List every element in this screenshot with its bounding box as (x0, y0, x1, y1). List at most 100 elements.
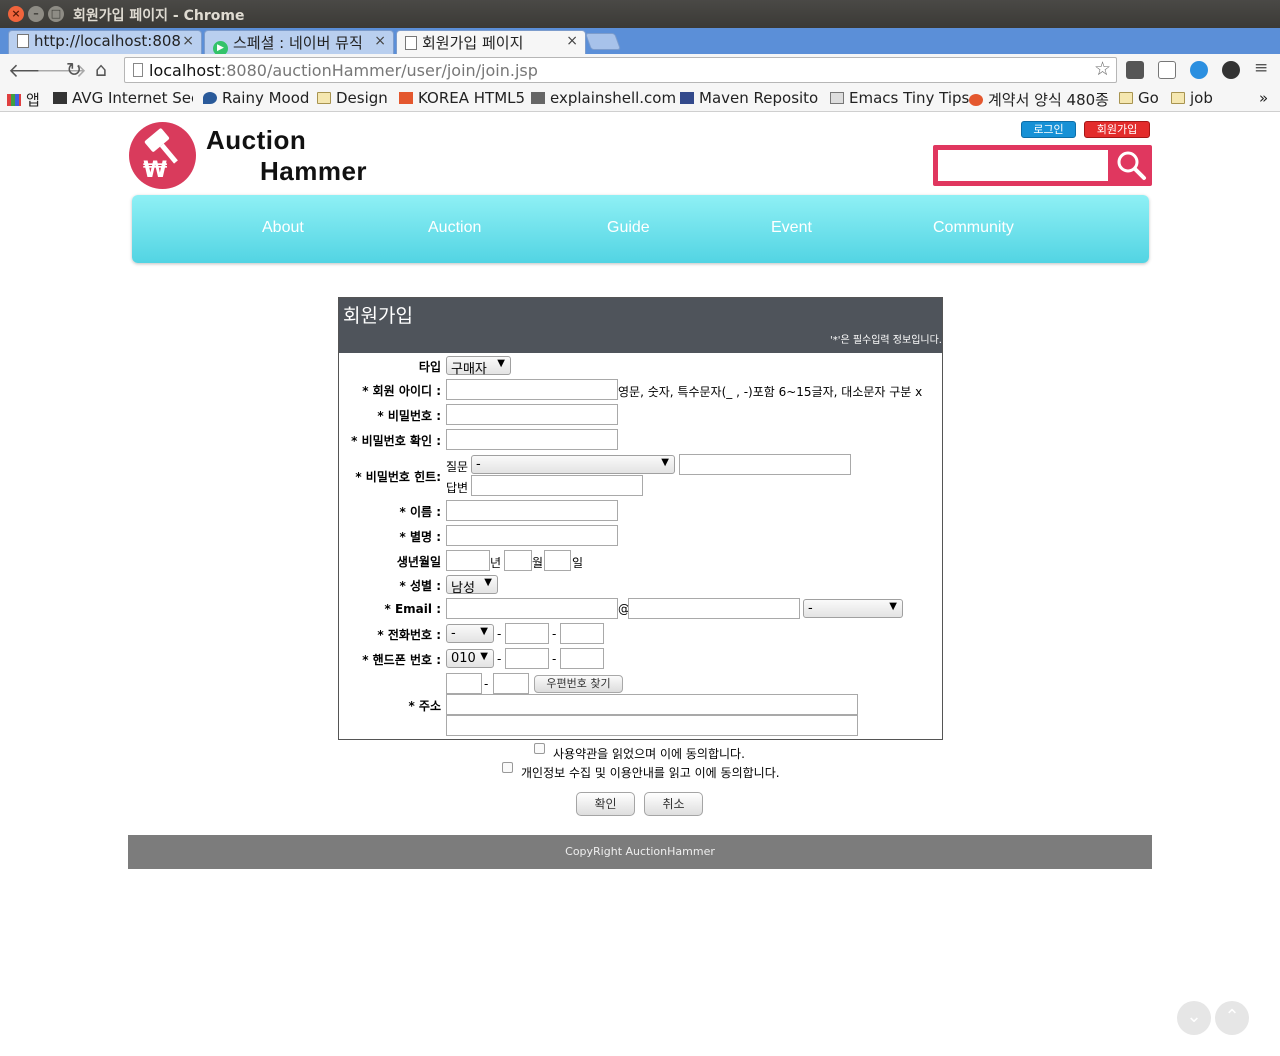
page-icon (830, 92, 844, 104)
question-select[interactable]: - ▼ (471, 455, 675, 474)
zip-search-button[interactable]: 우편번호 찾기 (534, 675, 623, 693)
scroll-up-icon[interactable]: ⌃ (1215, 1001, 1249, 1035)
mobile-prefix-value: 010 (451, 651, 476, 666)
logo-gavel-icon[interactable]: ₩ (129, 122, 196, 189)
privacy-checkbox[interactable] (502, 762, 513, 773)
bookmark-explainshell[interactable]: explainshell.com (531, 89, 676, 107)
bookmark-star-icon[interactable]: ☆ (1094, 58, 1111, 80)
terms-checkbox[interactable] (534, 743, 545, 754)
email-id-input[interactable] (446, 598, 618, 619)
search-input[interactable] (938, 150, 1108, 181)
logo-text-hammer[interactable]: Hammer (260, 156, 367, 187)
password-input[interactable] (446, 404, 618, 425)
phone-last-input[interactable] (560, 623, 604, 644)
tab-naver-music[interactable]: ▶ 스페셜 : 네이버 뮤직 × (204, 30, 394, 54)
birth-month-input[interactable] (504, 550, 532, 571)
bookmark-rainy-mood[interactable]: Rainy Mood (203, 89, 309, 107)
bookmark-avg[interactable]: AVG Internet Secu (53, 89, 193, 107)
nav-about[interactable]: About (262, 219, 304, 237)
raindrop-icon (203, 92, 217, 104)
bookmark-go[interactable]: Go (1119, 89, 1159, 107)
nav-guide[interactable]: Guide (607, 219, 650, 237)
pocket-icon[interactable] (1126, 61, 1144, 79)
bookmark-label: 계약서 양식 480종 (988, 91, 1109, 109)
day-unit: 일 (572, 556, 584, 570)
user-id-input[interactable] (446, 379, 618, 400)
scroll-down-icon[interactable]: ⌄ (1177, 1001, 1211, 1035)
tab-join-page[interactable]: 회원가입 페이지 × (396, 30, 586, 54)
join-button[interactable]: 회원가입 (1084, 121, 1150, 138)
page-icon (17, 34, 29, 48)
type-select[interactable]: 구매자 ▼ (446, 356, 511, 377)
html5-icon (399, 92, 413, 104)
email-domain-select[interactable]: - ▼ (803, 599, 903, 618)
dash: - (552, 627, 557, 641)
new-tab-button[interactable] (584, 33, 622, 50)
birth-day-input[interactable] (544, 550, 571, 571)
bookmark-korea-html5[interactable]: KOREA HTML5 (399, 89, 525, 107)
bookmark-design[interactable]: Design (317, 89, 388, 107)
extension-icon[interactable] (1158, 61, 1176, 79)
tab-label: http://localhost:808 (34, 32, 181, 50)
bookmark-label: Emacs Tiny Tips (849, 89, 970, 107)
nickname-input[interactable] (446, 525, 618, 546)
confirm-button[interactable]: 확인 (576, 792, 635, 816)
cancel-button[interactable]: 취소 (644, 792, 703, 816)
address-line1-input[interactable] (446, 694, 858, 715)
address-line2-input[interactable] (446, 715, 858, 736)
new-extension-icon[interactable] (1222, 61, 1240, 79)
gender-select[interactable]: 남성 ▼ (446, 575, 498, 596)
zip-second-input[interactable] (493, 673, 529, 694)
shell-icon (531, 92, 545, 104)
menu-icon[interactable]: ≡ (1254, 58, 1268, 78)
home-icon[interactable]: ⌂ (95, 59, 107, 81)
tab-close-icon[interactable]: × (182, 33, 194, 49)
tab-close-icon[interactable]: × (374, 33, 386, 49)
answer-input[interactable] (471, 475, 643, 496)
play-icon: ▶ (213, 41, 228, 54)
bookmark-label: Go (1138, 89, 1159, 107)
login-button[interactable]: 로그인 (1021, 121, 1076, 138)
bookmark-job[interactable]: job (1171, 89, 1213, 107)
phone-middle-input[interactable] (505, 623, 549, 644)
bookmarks-more-icon[interactable]: » (1259, 89, 1268, 107)
nav-auction[interactable]: Auction (428, 219, 481, 237)
mobile-last-input[interactable] (560, 648, 604, 669)
address-host: localhost (149, 61, 221, 80)
name-input[interactable] (446, 500, 618, 521)
logo-text-auction[interactable]: Auction (206, 125, 306, 156)
mobile-prefix-select[interactable]: 010 ▼ (446, 649, 494, 668)
window-maximize-button[interactable]: □ (48, 6, 64, 22)
bookmark-contract[interactable]: 계약서 양식 480종 (969, 89, 1109, 110)
svg-text:₩: ₩ (143, 158, 167, 183)
bookmark-label: explainshell.com (550, 89, 677, 107)
nav-community[interactable]: Community (933, 219, 1014, 237)
reload-icon[interactable]: ↻ (66, 59, 82, 81)
tab-localhost[interactable]: http://localhost:808 × (8, 30, 202, 54)
nav-event[interactable]: Event (771, 219, 812, 237)
bookmark-emacs-tips[interactable]: Emacs Tiny Tips (830, 89, 969, 107)
mobile-middle-input[interactable] (505, 648, 549, 669)
window-close-button[interactable]: × (8, 6, 24, 22)
address-bar[interactable]: localhost:8080/auctionHammer/user/join/j… (124, 57, 1117, 83)
password-confirm-input[interactable] (446, 429, 618, 450)
tab-label: 회원가입 페이지 (422, 34, 524, 52)
dash: - (484, 677, 489, 691)
dropdown-arrow-icon: ▼ (480, 651, 488, 662)
search-box (933, 145, 1152, 186)
dropdown-arrow-icon: ▼ (661, 457, 669, 468)
tab-label: 스페셜 : 네이버 뮤직 (233, 34, 363, 52)
birth-year-input[interactable] (446, 550, 490, 571)
bookmark-apps[interactable]: 앱 (7, 89, 40, 110)
download-icon[interactable] (1190, 61, 1208, 79)
zip-first-input[interactable] (446, 673, 482, 694)
bookmark-maven[interactable]: Maven Repositor (680, 89, 818, 107)
search-icon[interactable] (1114, 148, 1148, 182)
question-custom-input[interactable] (679, 454, 851, 475)
email-domain-input[interactable] (628, 598, 800, 619)
window-minimize-button[interactable]: – (28, 6, 44, 22)
window-title: 회원가입 페이지 - Chrome (73, 8, 245, 24)
phone-prefix-select[interactable]: - ▼ (446, 624, 494, 643)
bookmark-label: Rainy Mood (222, 89, 310, 107)
tab-close-icon[interactable]: × (566, 33, 578, 49)
